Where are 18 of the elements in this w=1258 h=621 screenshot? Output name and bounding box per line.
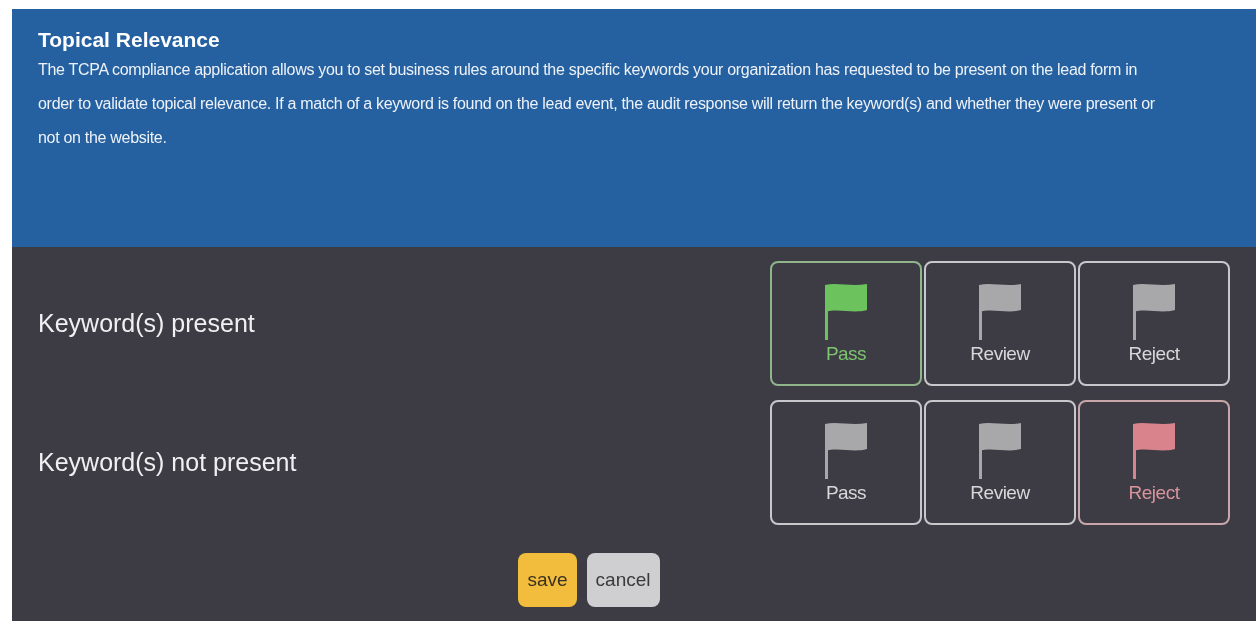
flag-icon bbox=[977, 282, 1023, 341]
flag-icon bbox=[977, 421, 1023, 480]
flag-option[interactable]: Reject bbox=[1078, 400, 1230, 525]
flag-option[interactable]: Pass bbox=[770, 400, 922, 525]
rule-label: Keyword(s) not present bbox=[37, 446, 297, 478]
flag-icon bbox=[1131, 421, 1177, 480]
section-title: Topical Relevance bbox=[38, 27, 221, 53]
save-button[interactable]: save bbox=[518, 553, 577, 607]
flag-option[interactable]: Review bbox=[924, 261, 1076, 386]
flag-option[interactable]: Pass bbox=[770, 261, 922, 386]
flag-icon bbox=[823, 421, 869, 480]
cancel-button[interactable]: cancel bbox=[586, 553, 660, 607]
flag-option[interactable]: Reject bbox=[1078, 261, 1230, 386]
flag-icon bbox=[823, 282, 869, 341]
flag-icon bbox=[1131, 282, 1177, 341]
rule-label: Keyword(s) present bbox=[37, 307, 255, 339]
description: The TCPA compliance application allows you to set business rules around the specific keywords your organization has requested to be present on the lead form in order to validate topical relevance. If a match of a keyword is found on the lead event, the audit response will return the keyword(s) and whether they were present or not on the website. bbox=[38, 60, 1156, 148]
flag-option[interactable]: Review bbox=[924, 400, 1076, 525]
